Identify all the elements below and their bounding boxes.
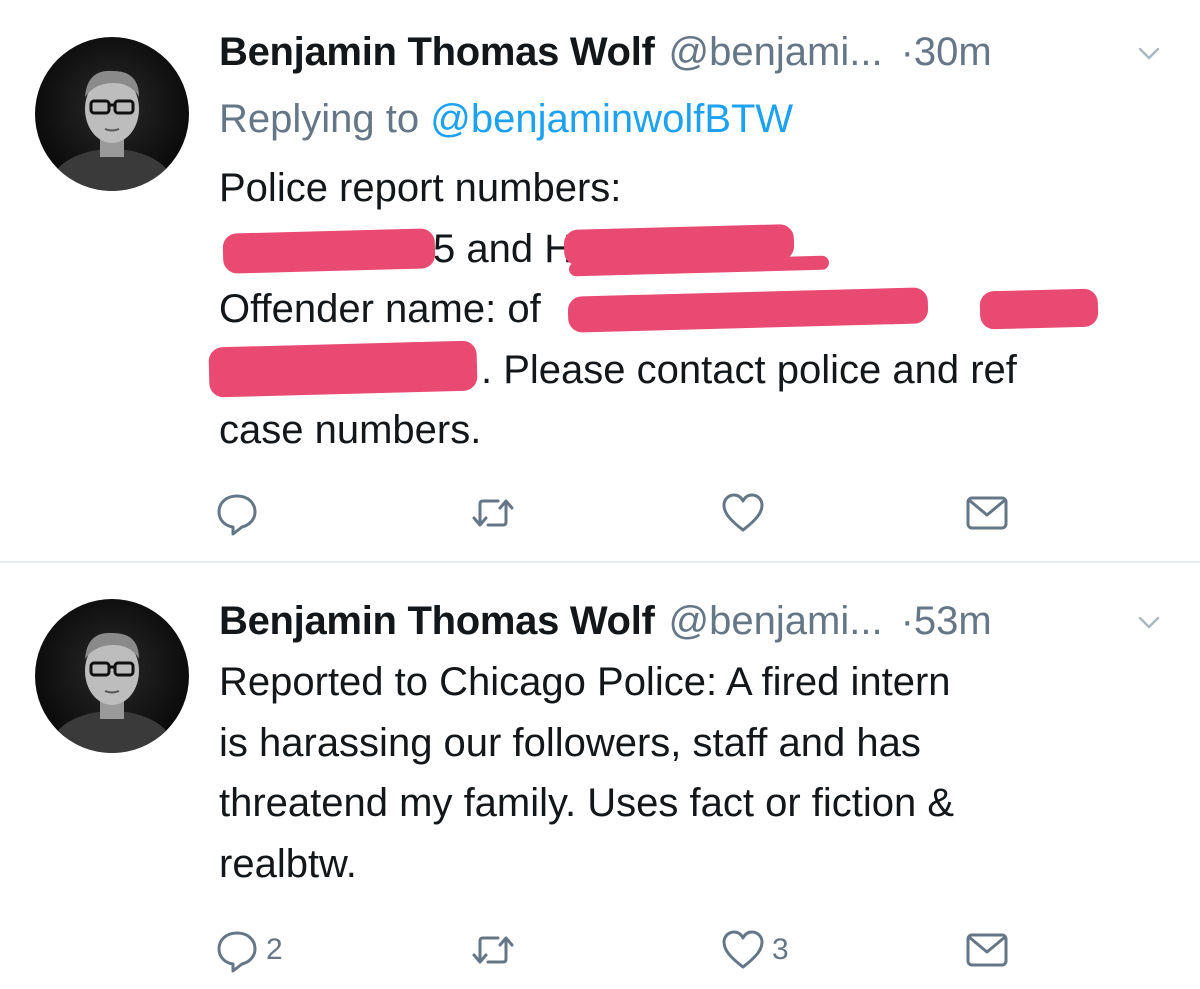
tweet-text-line: . Please contact police and ref	[208, 340, 1149, 401]
tweet-text-line: threatend my family. Uses fact or fictio…	[219, 781, 955, 825]
tweet-header: Benjamin Thomas Wolf @benjami... ·53m	[219, 595, 1170, 647]
redaction-mark	[208, 340, 478, 397]
tweet-text-fragment: . Please contact police and ref	[481, 347, 1017, 392]
author-name[interactable]: Benjamin Thomas Wolf	[219, 595, 655, 647]
reply-button[interactable]	[214, 488, 266, 538]
retweet-icon	[472, 936, 514, 964]
reply-count: 2	[266, 933, 283, 966]
direct-message-button[interactable]	[964, 925, 1010, 975]
tweet-header: Benjamin Thomas Wolf @benjami... ·30m	[219, 26, 1170, 78]
reply-icon	[217, 931, 257, 973]
timestamp[interactable]: ·53m	[901, 595, 992, 647]
replying-to-label: Replying to	[219, 97, 420, 141]
tweet-text-line: Reported to Chicago Police: A fired inte…	[219, 660, 951, 704]
like-button[interactable]	[720, 488, 772, 538]
reply-button[interactable]: 2	[214, 925, 283, 975]
retweet-icon	[472, 499, 514, 527]
tweet-text-line: realbtw.	[219, 841, 357, 886]
retweet-button[interactable]	[470, 488, 522, 538]
chevron-down-icon[interactable]	[1136, 40, 1162, 66]
replying-to: Replying to @benjaminwolfBTW	[219, 92, 793, 146]
reply-icon	[217, 494, 257, 536]
tweet-text: Reported to Chicago Police: A fired inte…	[219, 652, 1149, 894]
retweet-button[interactable]	[470, 925, 522, 975]
author-handle[interactable]: @benjami...	[669, 26, 883, 78]
like-count: 3	[772, 933, 789, 966]
direct-message-button[interactable]	[964, 488, 1010, 538]
avatar[interactable]	[35, 599, 189, 753]
tweet-actions	[214, 488, 1014, 538]
tweet-actions: 2 3	[214, 925, 1014, 975]
envelope-icon	[966, 933, 1008, 967]
author-handle[interactable]: @benjami...	[669, 595, 883, 647]
avatar-portrait	[50, 632, 174, 753]
tweet[interactable]: Benjamin Thomas Wolf @benjami... ·30m Re…	[0, 0, 1200, 561]
replying-to-handle-link[interactable]: @benjaminwolfBTW	[430, 97, 793, 141]
author-name[interactable]: Benjamin Thomas Wolf	[219, 26, 655, 78]
tweet-text-line: 5 and H	[219, 219, 1149, 280]
heart-icon	[722, 930, 764, 969]
like-button[interactable]: 3	[720, 925, 789, 975]
tweet-text-line: Police report numbers:	[219, 166, 622, 210]
redaction-mark	[979, 288, 1099, 330]
avatar[interactable]	[35, 37, 189, 191]
envelope-icon	[966, 496, 1008, 530]
heart-icon	[722, 493, 764, 532]
tweet-text-fragment: 5 and H	[433, 226, 574, 271]
timestamp[interactable]: ·30m	[901, 26, 992, 78]
tweet-text-line: case numbers.	[219, 408, 482, 452]
tweet-text-line: is harassing our followers, staff and ha…	[219, 720, 921, 765]
chevron-down-icon[interactable]	[1136, 609, 1162, 635]
redaction-mark	[222, 227, 436, 274]
tweet[interactable]: Benjamin Thomas Wolf @benjami... ·53m Re…	[0, 561, 1200, 989]
avatar-portrait	[50, 70, 174, 191]
